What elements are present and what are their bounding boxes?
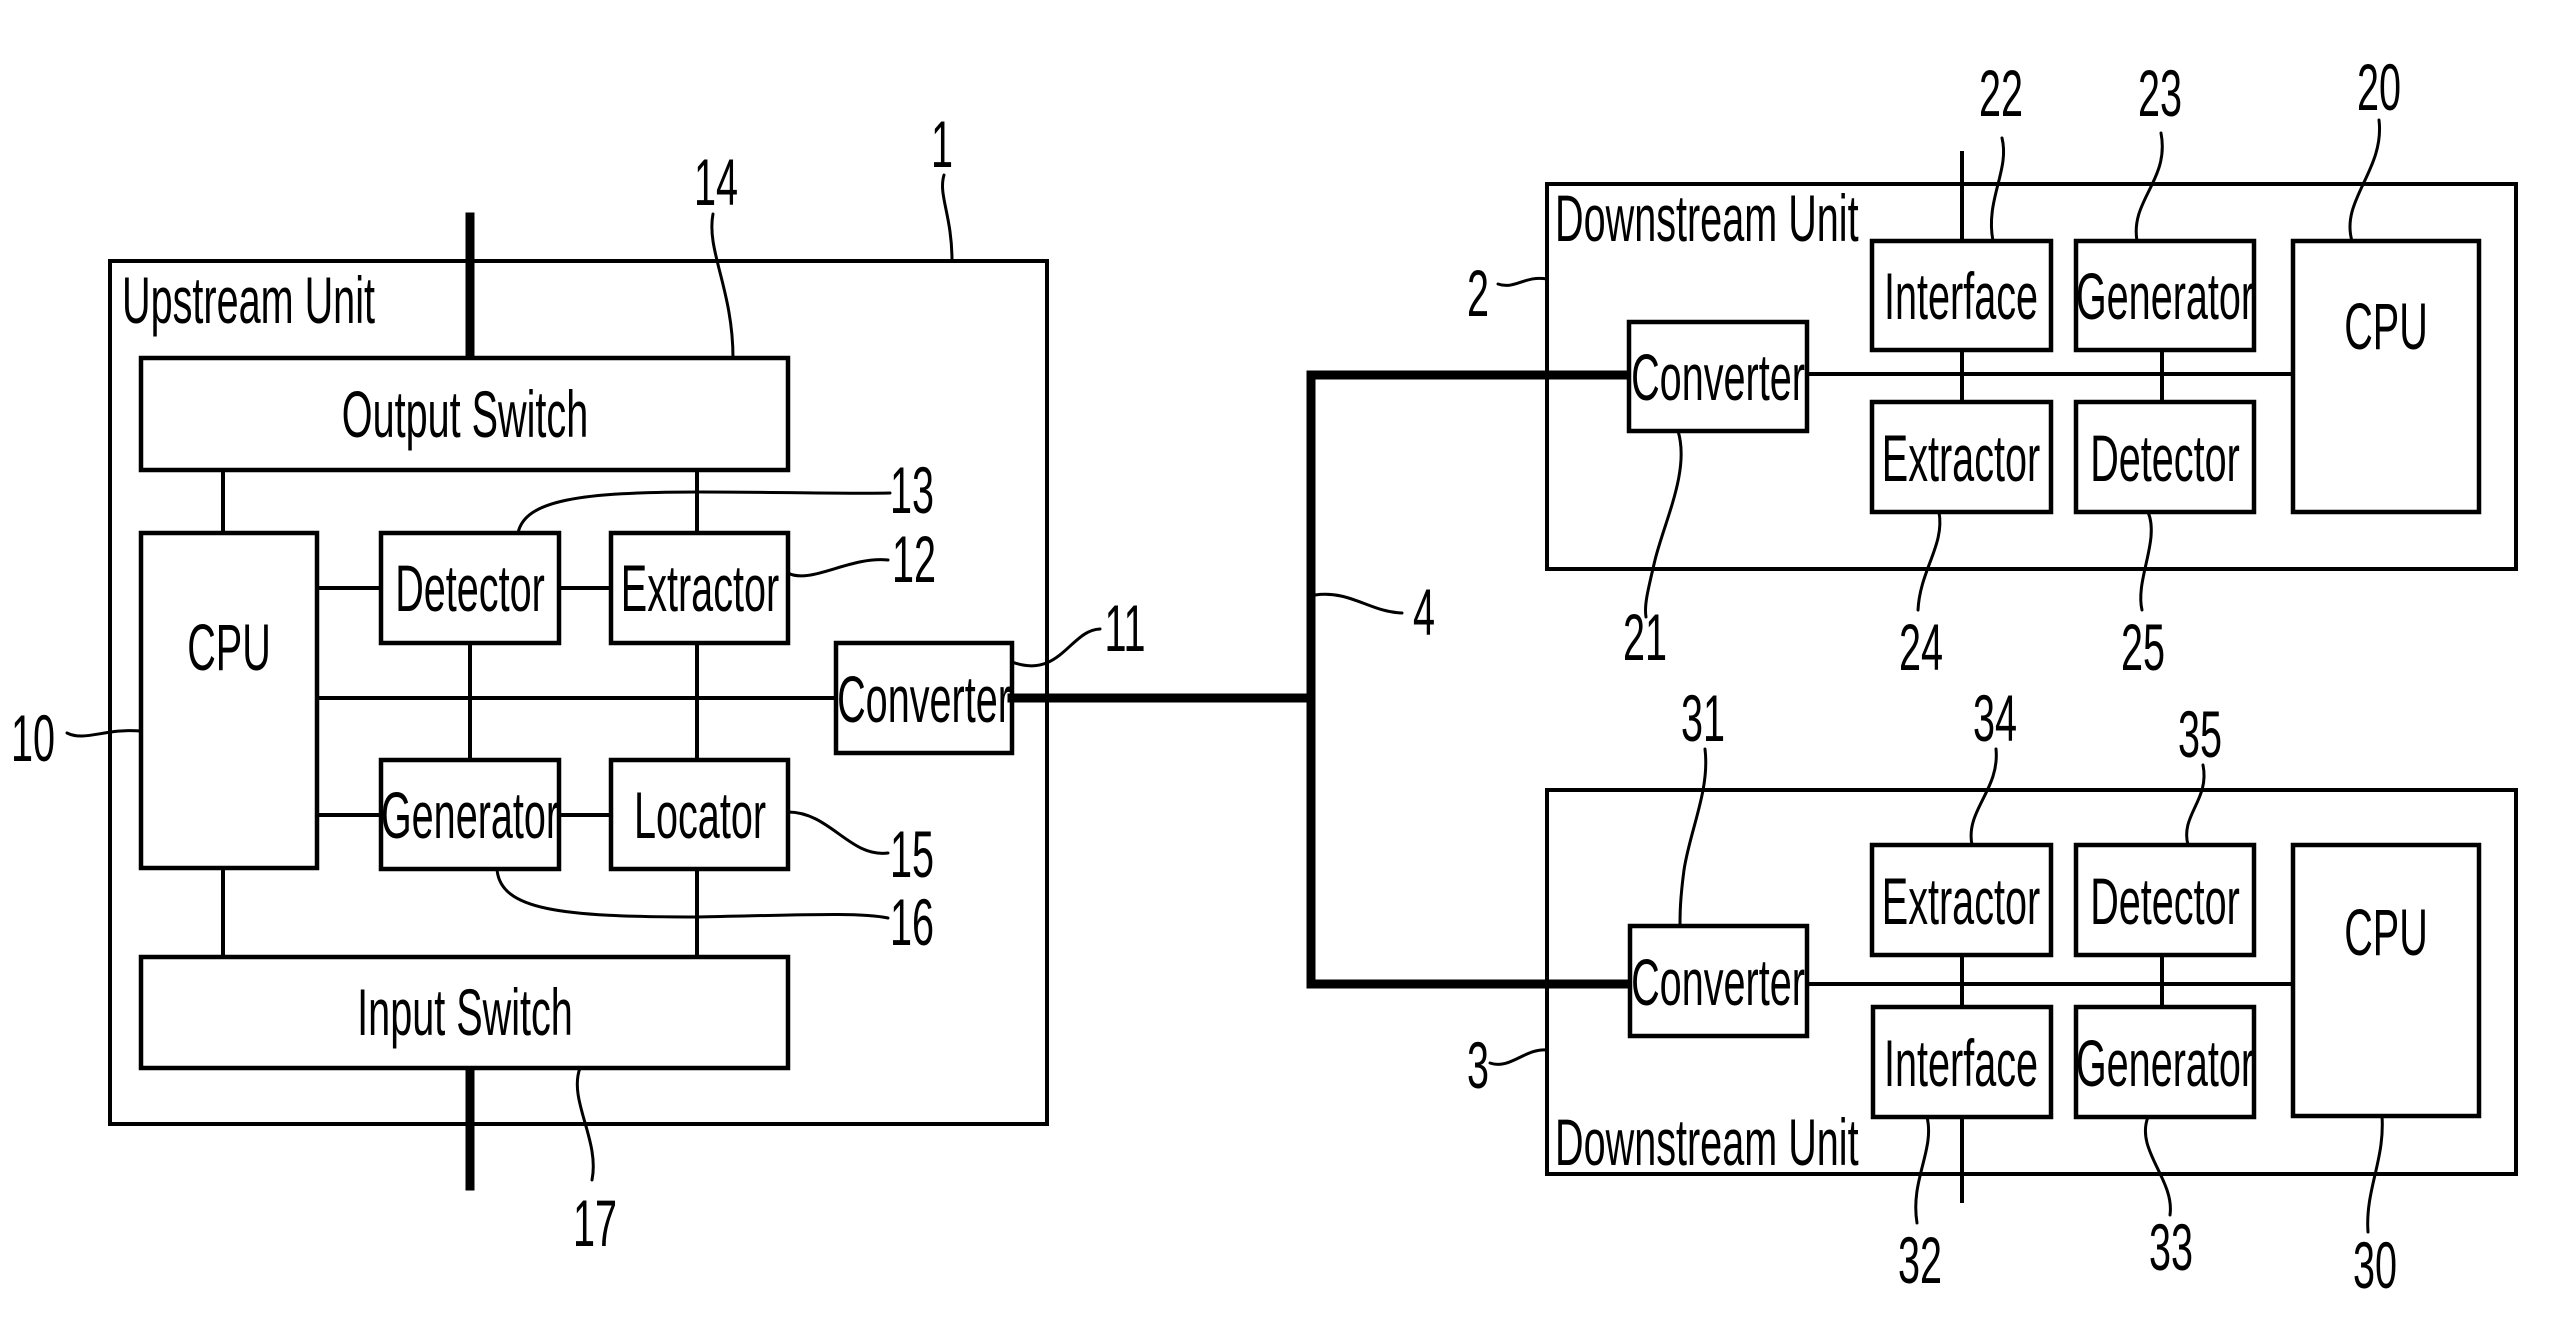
downstream-b-converter: Converter xyxy=(1627,923,1810,1039)
downstream-b-cpu: CPU xyxy=(2290,842,2482,1119)
upstream-output-switch-label: Output Switch xyxy=(342,378,588,452)
downstream-a-extractor-label: Extractor xyxy=(1882,422,2040,496)
downstream-a-converter-label: Converter xyxy=(1631,341,1805,415)
leader-25 xyxy=(2139,510,2153,612)
leader-31 xyxy=(1678,747,1708,928)
ref-16: 16 xyxy=(890,886,934,960)
ref-34: 34 xyxy=(1973,682,2017,756)
ref-23: 23 xyxy=(2138,57,2182,131)
downstream-a-cpu: CPU xyxy=(2290,238,2482,515)
downstream-a-cpu-label: CPU xyxy=(2344,290,2428,364)
ref-14: 14 xyxy=(694,146,738,220)
leader-12 xyxy=(786,558,890,578)
upstream-input-switch-label: Input Switch xyxy=(357,976,573,1050)
upstream-cpu-label: CPU xyxy=(187,611,271,685)
leader-20 xyxy=(2348,118,2382,243)
downstream-a-generator: Generator xyxy=(2073,238,2257,353)
leader-3 xyxy=(1488,1048,1549,1066)
ref-31: 31 xyxy=(1681,682,1725,756)
downstream-unit-a: Downstream Unit Converter Interface Gene… xyxy=(1467,51,2518,685)
ref-22: 22 xyxy=(1979,57,2023,131)
downstream-b-extractor: Extractor xyxy=(1869,842,2054,958)
ref-4: 4 xyxy=(1413,576,1435,650)
downstream-b-generator: Generator xyxy=(2073,1004,2257,1120)
upstream-unit: Upstream Unit Output Switch CPU Detector xyxy=(11,108,1146,1261)
ref-12: 12 xyxy=(892,523,936,597)
leader-11 xyxy=(1010,627,1102,668)
leader-33 xyxy=(2144,1115,2172,1217)
ref-32: 32 xyxy=(1898,1224,1942,1298)
leader-35 xyxy=(2185,763,2206,847)
leader-15 xyxy=(786,810,890,855)
downstream-b-extractor-label: Extractor xyxy=(1882,865,2040,939)
ref-33: 33 xyxy=(2149,1211,2193,1285)
downstream-a-detector-label: Detector xyxy=(2090,422,2240,496)
ref-3: 3 xyxy=(1467,1029,1489,1103)
ref-15: 15 xyxy=(890,818,934,892)
downstream-b-converter-label: Converter xyxy=(1631,946,1805,1020)
downstream-b-interface-label: Interface xyxy=(1884,1027,2038,1101)
downstream-a-interface: Interface xyxy=(1869,238,2054,353)
upstream-cpu: CPU xyxy=(138,530,320,871)
leader-22 xyxy=(1990,136,2005,243)
leader-16 xyxy=(495,867,890,920)
downstream-unit-b: Downstream Unit Converter Extractor Dete… xyxy=(1467,682,2518,1303)
block-diagram: Upstream Unit Output Switch CPU Detector xyxy=(11,51,2518,1303)
leader-34 xyxy=(1969,747,1998,847)
downstream-b-detector-label: Detector xyxy=(2090,865,2240,939)
downstream-a-detector: Detector xyxy=(2073,399,2257,515)
ref-20: 20 xyxy=(2357,51,2401,125)
ref-2: 2 xyxy=(1467,257,1489,331)
ref-24: 24 xyxy=(1899,611,1943,685)
ref-30: 30 xyxy=(2353,1229,2397,1303)
transmission-bus: 4 xyxy=(1007,370,1635,989)
upstream-locator: Locator xyxy=(608,757,791,872)
upstream-detector: Detector xyxy=(378,530,562,646)
downstream-b-cpu-label: CPU xyxy=(2344,896,2428,970)
ref-35: 35 xyxy=(2178,698,2222,772)
ref-11: 11 xyxy=(1104,592,1145,666)
leader-4 xyxy=(1313,592,1404,615)
upstream-locator-label: Locator xyxy=(634,779,766,853)
upstream-converter-label: Converter xyxy=(837,663,1011,737)
downstream-b-detector: Detector xyxy=(2073,842,2257,958)
upstream-extractor-label: Extractor xyxy=(621,552,779,626)
downstream-a-converter: Converter xyxy=(1626,319,1810,434)
downstream-a-generator-label: Generator xyxy=(2076,260,2254,334)
upstream-unit-title: Upstream Unit xyxy=(122,264,375,338)
upstream-detector-label: Detector xyxy=(395,552,545,626)
downstream-unit-a-title: Downstream Unit xyxy=(1555,182,1859,256)
leader-13 xyxy=(516,490,892,535)
upstream-converter: Converter xyxy=(833,640,1015,756)
leader-21 xyxy=(1644,429,1683,619)
ref-13: 13 xyxy=(890,454,934,528)
leader-32 xyxy=(1914,1115,1930,1225)
upstream-generator: Generator xyxy=(378,757,562,872)
upstream-output-switch: Output Switch xyxy=(138,355,791,473)
leader-24 xyxy=(1916,510,1942,612)
downstream-b-interface: Interface xyxy=(1870,1004,2054,1120)
upstream-generator-label: Generator xyxy=(381,779,559,853)
downstream-unit-b-title: Downstream Unit xyxy=(1555,1106,1859,1180)
leader-10 xyxy=(65,729,143,738)
downstream-b-generator-label: Generator xyxy=(2076,1027,2254,1101)
ref-1: 1 xyxy=(931,108,953,182)
ref-17: 17 xyxy=(573,1187,617,1261)
upstream-input-switch: Input Switch xyxy=(138,954,791,1071)
leader-2 xyxy=(1496,276,1549,287)
leader-14 xyxy=(710,212,735,360)
ref-25: 25 xyxy=(2121,611,2165,685)
downstream-a-interface-label: Interface xyxy=(1884,260,2038,334)
downstream-a-extractor: Extractor xyxy=(1869,399,2054,515)
leader-23 xyxy=(2134,131,2164,243)
upstream-extractor: Extractor xyxy=(608,530,791,646)
leader-1 xyxy=(941,173,954,263)
ref-10: 10 xyxy=(11,702,55,776)
